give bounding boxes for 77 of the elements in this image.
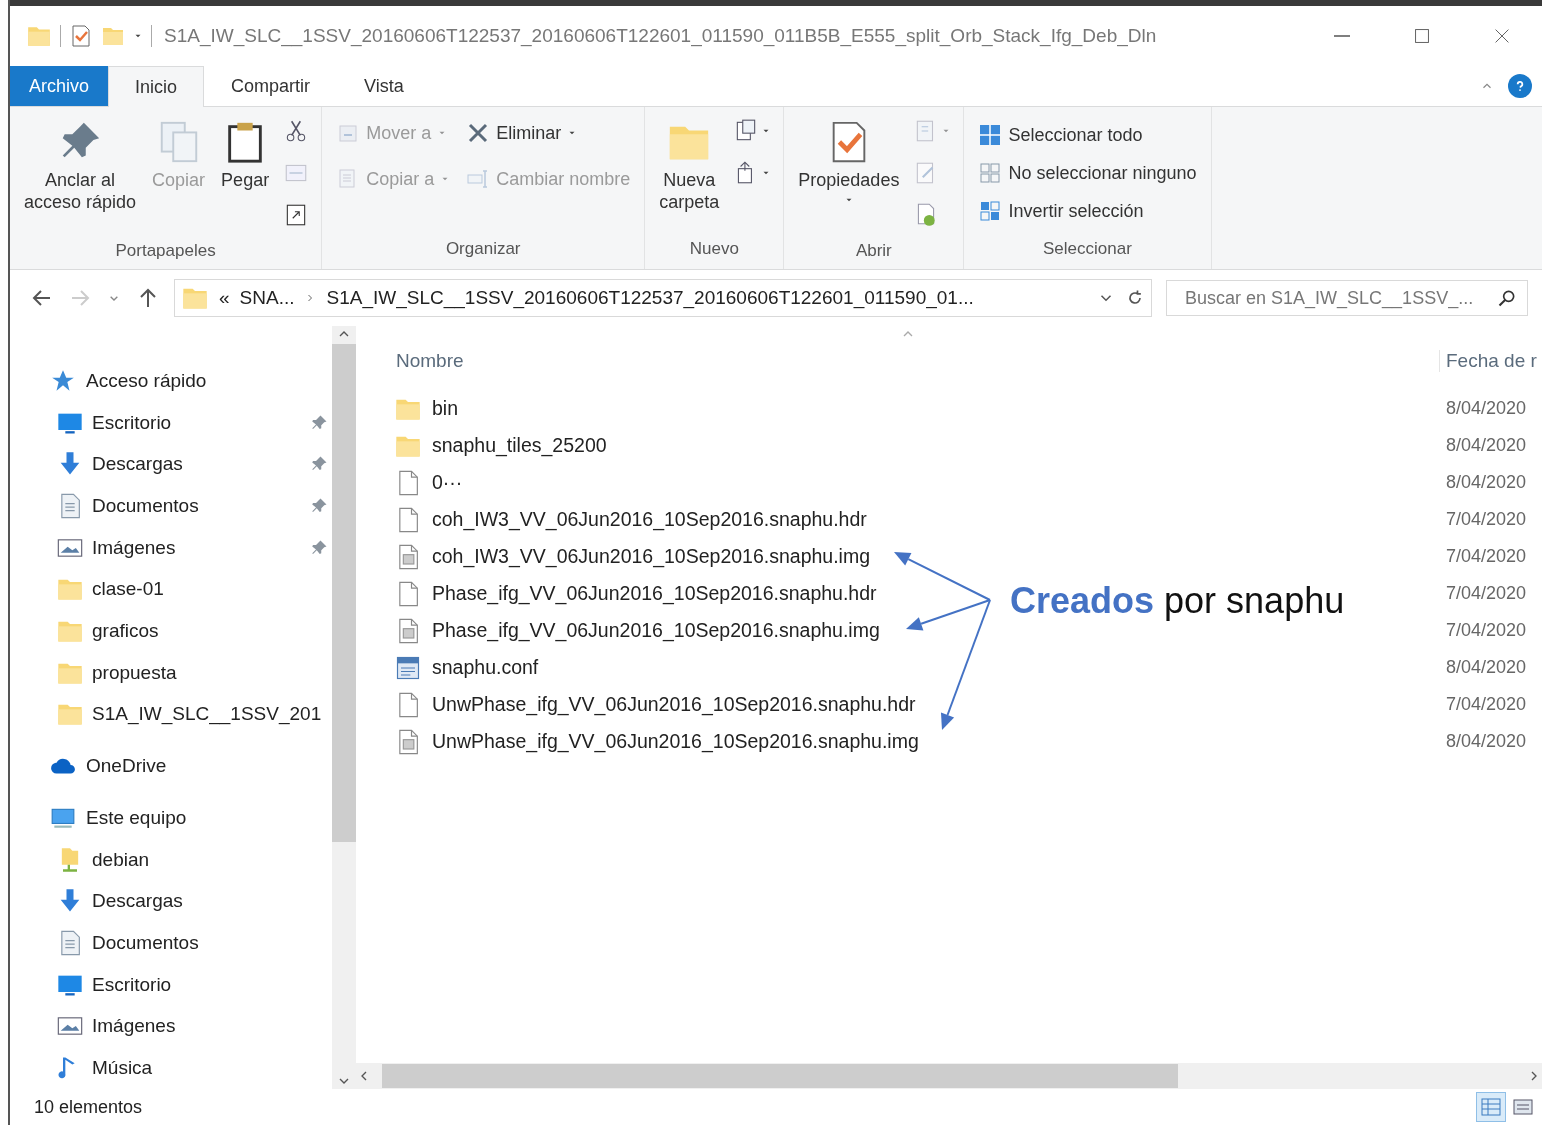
scrollbar[interactable]: [332, 326, 356, 1089]
file-date: 8/04/2020: [1445, 731, 1528, 752]
ribbon-tab[interactable]: Inicio: [108, 66, 205, 107]
nav-item[interactable]: Música: [10, 1047, 332, 1089]
file-name[interactable]: bin: [432, 397, 459, 420]
ribbon-tab[interactable]: Vista: [337, 66, 431, 106]
file-name[interactable]: Phase_ifg_VV_06Jun2016_10Sep2016.snaphu.img: [432, 619, 880, 642]
nav-item[interactable]: Documentos: [10, 485, 332, 527]
nav-item[interactable]: S1A_IW_SLC__1SSV_201: [10, 693, 332, 736]
file-date: 7/04/2020: [1445, 583, 1528, 604]
search-field[interactable]: Buscar en S1A_IW_SLC__1SSV_...: [1166, 280, 1528, 316]
nav-item[interactable]: Este equipo: [10, 797, 332, 839]
nav-item[interactable]: graficos: [10, 610, 332, 652]
ribbon-button[interactable]: Invertir selección: [974, 193, 1201, 229]
nav-item[interactable]: Acceso rápido: [10, 360, 332, 402]
column-header[interactable]: Nombre: [394, 350, 1439, 372]
select-all-icon: [978, 123, 1003, 147]
file-name[interactable]: coh_IW3_VV_06Jun2016_10Sep2016.snaphu.hdr: [432, 508, 867, 531]
nav-item[interactable]: Imágenes: [10, 526, 332, 569]
pin-icon: [310, 413, 328, 432]
file-date: 7/04/2020: [1445, 509, 1528, 530]
ribbon-tab[interactable]: Compartir: [204, 66, 338, 106]
ribbon-button[interactable]: Eliminar: [462, 113, 635, 153]
select-none-icon: [978, 161, 1003, 185]
file-name[interactable]: snaphu_tiles_25200: [432, 434, 607, 457]
file-name[interactable]: coh_IW3_VV_06Jun2016_10Sep2016.snaphu.img: [432, 545, 870, 568]
file-name[interactable]: UnwPhase_ifg_VV_06Jun2016_10Sep2016.snaphu.hdr: [432, 693, 916, 716]
file-date: 8/04/2020: [1445, 472, 1528, 493]
ribbon-group-label: Nuevo: [688, 238, 740, 260]
window-title: S1A_IW_SLC__1SSV_20160606T122537_20160606T122601_011590_011B5B_E555_split_Orb_Stack_Ifg_Deb_Dln: [164, 25, 1157, 47]
pin-icon: [310, 538, 328, 557]
file-date: 7/04/2020: [1445, 620, 1528, 641]
ribbon-button[interactable]: Seleccionar todo: [974, 117, 1201, 153]
nav-item[interactable]: Escritorio: [10, 963, 332, 1006]
nav-item[interactable]: Descargas: [10, 880, 332, 923]
ribbon-button[interactable]: Nueva carpeta: [655, 113, 724, 215]
annotation-text: Creados por snaphu: [1010, 580, 1345, 622]
ribbon-tab[interactable]: Archivo: [10, 66, 109, 106]
checked-document-icon: [69, 24, 93, 48]
file-name[interactable]: 0···: [432, 471, 463, 494]
file-date: 8/04/2020: [1445, 657, 1528, 678]
ribbon-group-label: Seleccionar: [1042, 238, 1133, 260]
item-count: 10 elementos: [34, 1096, 143, 1118]
ribbon-button[interactable]: Pegar: [217, 113, 274, 193]
ribbon-button[interactable]: Anclar al acceso rápido: [20, 113, 141, 215]
scrollbar[interactable]: [356, 1063, 1542, 1089]
view-button[interactable]: [1476, 1092, 1506, 1122]
ribbon-group-label: Abrir: [854, 240, 893, 262]
nav-item[interactable]: clase-01: [10, 568, 332, 611]
nav-item[interactable]: OneDrive: [10, 745, 332, 788]
file-name[interactable]: Phase_ifg_VV_06Jun2016_10Sep2016.snaphu.hdr: [432, 582, 877, 605]
nav-item[interactable]: Escritorio: [10, 401, 332, 444]
file-date: 8/04/2020: [1445, 398, 1528, 419]
nav-item[interactable]: propuesta: [10, 651, 332, 694]
ribbon-button[interactable]: Propiedades: [794, 113, 904, 207]
ribbon-button[interactable]: No seleccionar ninguno: [974, 155, 1201, 191]
nav-item[interactable]: Imágenes: [10, 1005, 332, 1048]
overflow-chevron[interactable]: «: [219, 287, 230, 309]
invert-selection-icon: [978, 199, 1003, 223]
file-name[interactable]: UnwPhase_ifg_VV_06Jun2016_10Sep2016.snaphu.img: [432, 730, 919, 753]
search-icon: [1497, 288, 1517, 308]
file-date: 8/04/2020: [1445, 435, 1528, 456]
nav-item[interactable]: debian: [10, 838, 332, 881]
address-bar[interactable]: « SNA... S1A_IW_SLC__1SSV_20160606T122537_20160606T122601_011590_01...: [174, 279, 1152, 317]
breadcrumb[interactable]: S1A_IW_SLC__1SSV_20160606T122537_20160606T122601_011590_01...: [326, 287, 974, 309]
breadcrumb[interactable]: SNA...: [239, 287, 295, 309]
ribbon-group-label: Organizar: [444, 238, 522, 260]
details-view-icon: [1479, 1095, 1503, 1119]
nav-item[interactable]: Descargas: [10, 443, 332, 486]
minimize-icon: [1334, 35, 1350, 37]
file-date: 7/04/2020: [1445, 694, 1528, 715]
ribbon-group-label: Portapapeles: [114, 240, 217, 262]
help-icon[interactable]: [1508, 74, 1532, 98]
file-name[interactable]: snaphu.conf: [432, 656, 539, 679]
file-date: 7/04/2020: [1445, 546, 1528, 567]
column-header[interactable]: Fecha de r: [1439, 350, 1542, 372]
nav-item[interactable]: Documentos: [10, 922, 332, 964]
